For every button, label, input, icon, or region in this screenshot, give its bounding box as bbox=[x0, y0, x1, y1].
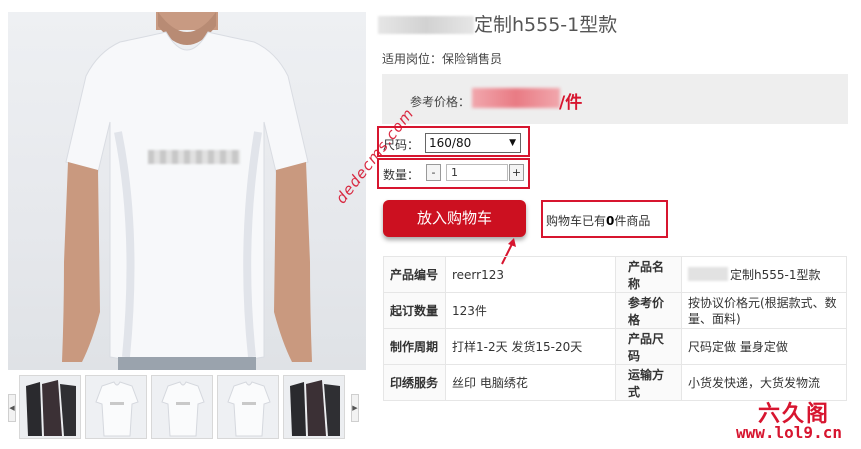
add-to-cart-button[interactable]: 放入购物车 bbox=[383, 200, 526, 237]
cart-count-suffix: 件商品 bbox=[614, 214, 651, 228]
tshirt-model-illustration bbox=[62, 12, 312, 370]
attr-key: 产品编号 bbox=[383, 256, 446, 293]
blurred-logo bbox=[148, 150, 240, 164]
table-row: 制作周期 打样1-2天 发货15-20天 产品尺码 尺码定做 量身定做 bbox=[383, 328, 847, 365]
main-product-image[interactable] bbox=[8, 12, 366, 370]
chevron-down-icon: ▼ bbox=[509, 138, 516, 148]
attr-key: 产品名称 bbox=[615, 256, 682, 293]
quantity-label: 数量： bbox=[383, 168, 420, 182]
attr-value-cell: 定制h555-1型款 bbox=[681, 256, 847, 293]
table-row: 起订数量 123件 参考价格 按协议价格元(根据款式、数量、面料) bbox=[383, 292, 847, 329]
thumbnail-strip: ◀ ▶ bbox=[8, 372, 360, 442]
applicable-position: 适用岗位：保险销售员 bbox=[382, 52, 503, 66]
size-select[interactable]: 160/80 ▼ bbox=[425, 133, 521, 153]
attr-key: 运输方式 bbox=[615, 364, 682, 401]
attr-key: 印绣服务 bbox=[383, 364, 446, 401]
next-arrow-icon[interactable]: ▶ bbox=[351, 394, 359, 422]
price-unit: /件 bbox=[559, 93, 583, 113]
attr-value: 123件 bbox=[445, 292, 616, 329]
attr-value: 打样1-2天 发货15-20天 bbox=[445, 328, 616, 365]
price-label: 参考价格： bbox=[410, 95, 471, 109]
table-row: 产品编号 reerr123 产品名称 定制h555-1型款 bbox=[383, 256, 847, 293]
attr-value: 按协议价格元(根据款式、数量、面料) bbox=[681, 292, 847, 329]
attr-key: 起订数量 bbox=[383, 292, 446, 329]
prev-arrow-icon[interactable]: ◀ bbox=[8, 394, 16, 422]
attr-key: 产品尺码 bbox=[615, 328, 682, 365]
site-logo[interactable]: 六久阁 www.lol9.cn bbox=[732, 396, 858, 446]
quantity-plus-button[interactable]: + bbox=[509, 164, 524, 181]
attr-value: 尺码定做 量身定做 bbox=[681, 328, 847, 365]
attr-value: reerr123 bbox=[445, 256, 616, 293]
thumbnail-coat-2[interactable] bbox=[283, 375, 345, 439]
site-url: www.lol9.cn bbox=[736, 423, 842, 442]
product-title: 定制h555-1型款 bbox=[378, 10, 617, 37]
size-select-value: 160/80 bbox=[429, 136, 472, 150]
quantity-minus-button[interactable]: - bbox=[426, 164, 441, 181]
thumbnail-tshirt-2[interactable] bbox=[151, 375, 213, 439]
cart-count-text: 购物车已有0件商品 bbox=[546, 212, 650, 229]
product-attributes-table: 产品编号 reerr123 产品名称 定制h555-1型款 起订数量 123件 … bbox=[383, 256, 847, 401]
quantity-input[interactable]: 1 bbox=[446, 164, 508, 181]
thumbnail-tshirt-3[interactable] bbox=[217, 375, 279, 439]
attr-value: 定制h555-1型款 bbox=[730, 267, 821, 282]
attr-value: 丝印 电脑绣花 bbox=[445, 364, 616, 401]
product-title-text: 定制h555-1型款 bbox=[474, 14, 618, 36]
attr-key: 制作周期 bbox=[383, 328, 446, 365]
blurred-brand bbox=[378, 16, 474, 34]
attr-key: 参考价格 bbox=[615, 292, 682, 329]
cart-count-prefix: 购物车已有 bbox=[546, 214, 607, 228]
price-box: 参考价格： /件 bbox=[382, 74, 848, 124]
blurred-price bbox=[472, 88, 560, 108]
thumbnail-tshirt-1[interactable] bbox=[85, 375, 147, 439]
blurred-brand bbox=[688, 266, 728, 281]
thumbnail-coat-1[interactable] bbox=[19, 375, 81, 439]
